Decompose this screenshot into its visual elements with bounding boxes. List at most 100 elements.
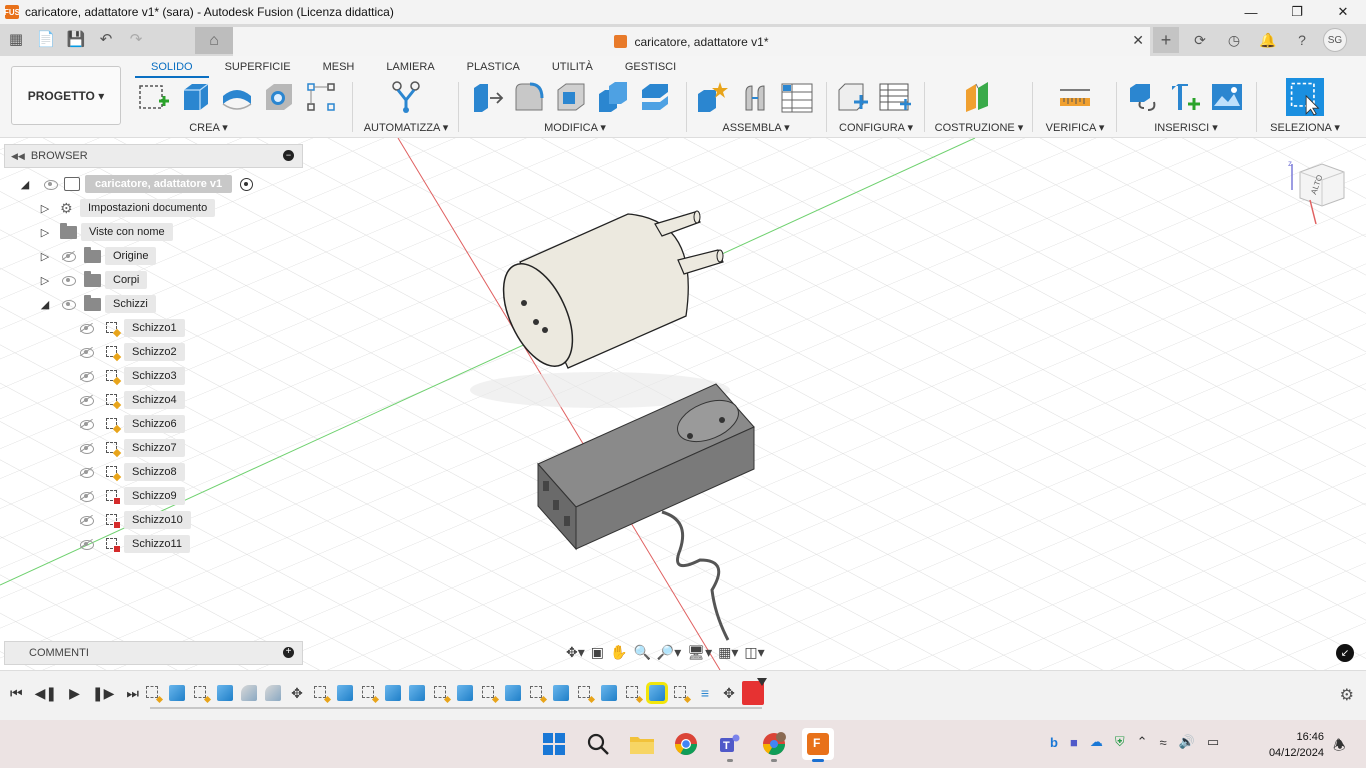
tab-superficie[interactable]: SUPERFICIE	[209, 60, 307, 78]
go-to-end-icon[interactable]: ⏭	[126, 685, 139, 702]
comments-panel-header[interactable]: COMMENTI +	[4, 641, 303, 665]
home-button[interactable]: ⌂	[195, 27, 233, 54]
hidden-eye-icon[interactable]	[60, 250, 76, 262]
grid-settings-icon[interactable]: ▦▾	[718, 644, 738, 661]
tree-item-origine[interactable]: ▷ Origine	[38, 246, 157, 266]
timeline-sketch[interactable]	[145, 685, 164, 704]
collapse-triangle-icon[interactable]: ◢	[38, 297, 52, 311]
tab-gestisci[interactable]: GESTISCI	[609, 60, 692, 78]
expand-triangle-icon[interactable]: ▷	[38, 201, 52, 215]
tree-item-sketch[interactable]: Schizzo10	[78, 510, 191, 530]
close-tab-icon[interactable]: ✕	[1132, 32, 1144, 49]
timeline-coil[interactable]: ≡	[697, 685, 713, 701]
step-forward-icon[interactable]: ❚▶	[92, 685, 115, 702]
visibility-eye-icon[interactable]	[60, 298, 76, 310]
tree-item-sketch[interactable]: Schizzo8	[78, 462, 185, 482]
timeline-extrude[interactable]	[169, 685, 185, 701]
hidden-eye-icon[interactable]	[78, 538, 94, 550]
project-button[interactable]: PROGETTO ▾	[11, 66, 121, 125]
timeline-sketch[interactable]	[529, 685, 548, 704]
go-to-start-icon[interactable]: ⏮	[10, 685, 23, 702]
hidden-eye-icon[interactable]	[78, 490, 94, 502]
sketch-label[interactable]: Schizzo1	[124, 319, 185, 337]
root-component-label[interactable]: caricatore, adattatore v1	[85, 175, 233, 193]
teams-button[interactable]: T	[714, 728, 746, 762]
timeline-settings-icon[interactable]: ⚙	[1340, 685, 1354, 705]
tree-item-viste[interactable]: ▷ Viste con nome	[38, 222, 173, 242]
seleziona-menu[interactable]: SELEZIONA ▾	[1266, 121, 1344, 134]
tree-item-sketch[interactable]: Schizzo11	[78, 534, 190, 554]
insert-derive-icon[interactable]	[1126, 80, 1160, 114]
tree-item-sketch[interactable]: Schizzo7	[78, 438, 185, 458]
expand-triangle-icon[interactable]: ▷	[38, 273, 52, 287]
verifica-menu[interactable]: VERIFICA ▾	[1042, 121, 1108, 134]
minimize-button[interactable]: —	[1228, 0, 1274, 24]
tree-item-sketch[interactable]: Schizzo3	[78, 366, 185, 386]
tab-plastica[interactable]: PLASTICA	[451, 60, 536, 78]
configura-menu[interactable]: CONFIGURA ▾	[836, 121, 916, 134]
volume-icon[interactable]: 🔊	[1179, 734, 1195, 750]
hidden-eye-icon[interactable]	[78, 394, 94, 406]
configure-icon[interactable]	[836, 80, 870, 114]
pattern-icon[interactable]	[304, 80, 338, 114]
expand-triangle-icon[interactable]: ▷	[38, 249, 52, 263]
timeline-sketch[interactable]	[313, 685, 332, 704]
sketch-label[interactable]: Schizzo6	[124, 415, 185, 433]
timeline-fillet[interactable]	[265, 685, 281, 701]
visibility-eye-icon[interactable]	[42, 178, 58, 190]
hidden-eye-icon[interactable]	[78, 370, 94, 382]
hidden-eye-icon[interactable]	[78, 346, 94, 358]
assembla-menu[interactable]: ASSEMBLA ▾	[696, 121, 816, 134]
timeline-sketch[interactable]	[193, 685, 212, 704]
timeline-extrude[interactable]	[601, 685, 617, 701]
maximize-button[interactable]: ❐	[1274, 0, 1320, 24]
redo-icon[interactable]: ↷	[126, 29, 146, 49]
fusion-taskbar-button[interactable]: F	[802, 728, 834, 762]
close-button[interactable]: ✕	[1320, 0, 1366, 24]
bing-icon[interactable]: b	[1050, 735, 1058, 750]
wifi-icon[interactable]: ≈	[1159, 735, 1166, 750]
construction-plane-icon[interactable]	[962, 80, 996, 114]
file-explorer-button[interactable]	[626, 728, 658, 760]
grid-menu-icon[interactable]: ▦	[6, 29, 26, 49]
show-hidden-icons-icon[interactable]: ⌃	[1137, 734, 1148, 750]
camera-view-icon[interactable]: ↙	[1336, 644, 1354, 662]
sync-tray-icon[interactable]: ☁	[1090, 734, 1103, 750]
look-at-icon[interactable]: ▣	[591, 644, 604, 661]
modifica-menu[interactable]: MODIFICA ▾	[470, 121, 680, 134]
bill-of-materials-icon[interactable]	[780, 80, 814, 114]
timeline-sketch[interactable]	[481, 685, 500, 704]
timeline-fillet[interactable]	[241, 685, 257, 701]
tree-item-sketch[interactable]: Schizzo4	[78, 390, 185, 410]
tab-utilita[interactable]: UTILITÀ	[536, 60, 609, 78]
document-tab[interactable]: caricatore, adattatore v1* ✕	[233, 27, 1150, 56]
hidden-eye-icon[interactable]	[78, 322, 94, 334]
orbit-icon[interactable]: ✥▾	[566, 644, 585, 661]
timeline-extrude[interactable]	[505, 685, 521, 701]
sketch-label[interactable]: Schizzo11	[124, 535, 190, 553]
configuration-table-icon[interactable]	[878, 80, 912, 114]
sketch-label[interactable]: Schizzo4	[124, 391, 185, 409]
combine-icon[interactable]	[596, 80, 630, 114]
timeline-extrude[interactable]	[553, 685, 569, 701]
measure-icon[interactable]	[1058, 80, 1092, 114]
automatizza-menu[interactable]: AUTOMATIZZA ▾	[362, 121, 450, 134]
help-icon[interactable]: ?	[1289, 27, 1315, 53]
collapse-browser-icon[interactable]: ◀◀	[11, 151, 25, 162]
crea-menu[interactable]: CREA ▾	[106, 121, 311, 134]
activate-radio-icon[interactable]	[240, 177, 254, 191]
sketch-label[interactable]: Schizzo2	[124, 343, 185, 361]
sketch-label[interactable]: Schizzo8	[124, 463, 185, 481]
notification-bell-icon[interactable]: 🕭	[1333, 735, 1346, 759]
fillet-icon[interactable]	[512, 80, 546, 114]
step-back-icon[interactable]: ◀❚	[35, 685, 58, 702]
joint-icon[interactable]	[738, 80, 772, 114]
tree-item-label[interactable]: Schizzi	[105, 295, 156, 313]
chrome-button[interactable]	[670, 728, 702, 760]
timeline-move[interactable]: ✥	[721, 685, 737, 701]
tree-item-impostazioni[interactable]: ▷ ⚙ Impostazioni documento	[38, 198, 216, 218]
notifications-icon[interactable]: 🔔	[1255, 27, 1281, 53]
hidden-eye-icon[interactable]	[78, 514, 94, 526]
insert-mcmaster-icon[interactable]	[1168, 80, 1202, 114]
tree-item-corpi[interactable]: ▷ Corpi	[38, 270, 148, 290]
